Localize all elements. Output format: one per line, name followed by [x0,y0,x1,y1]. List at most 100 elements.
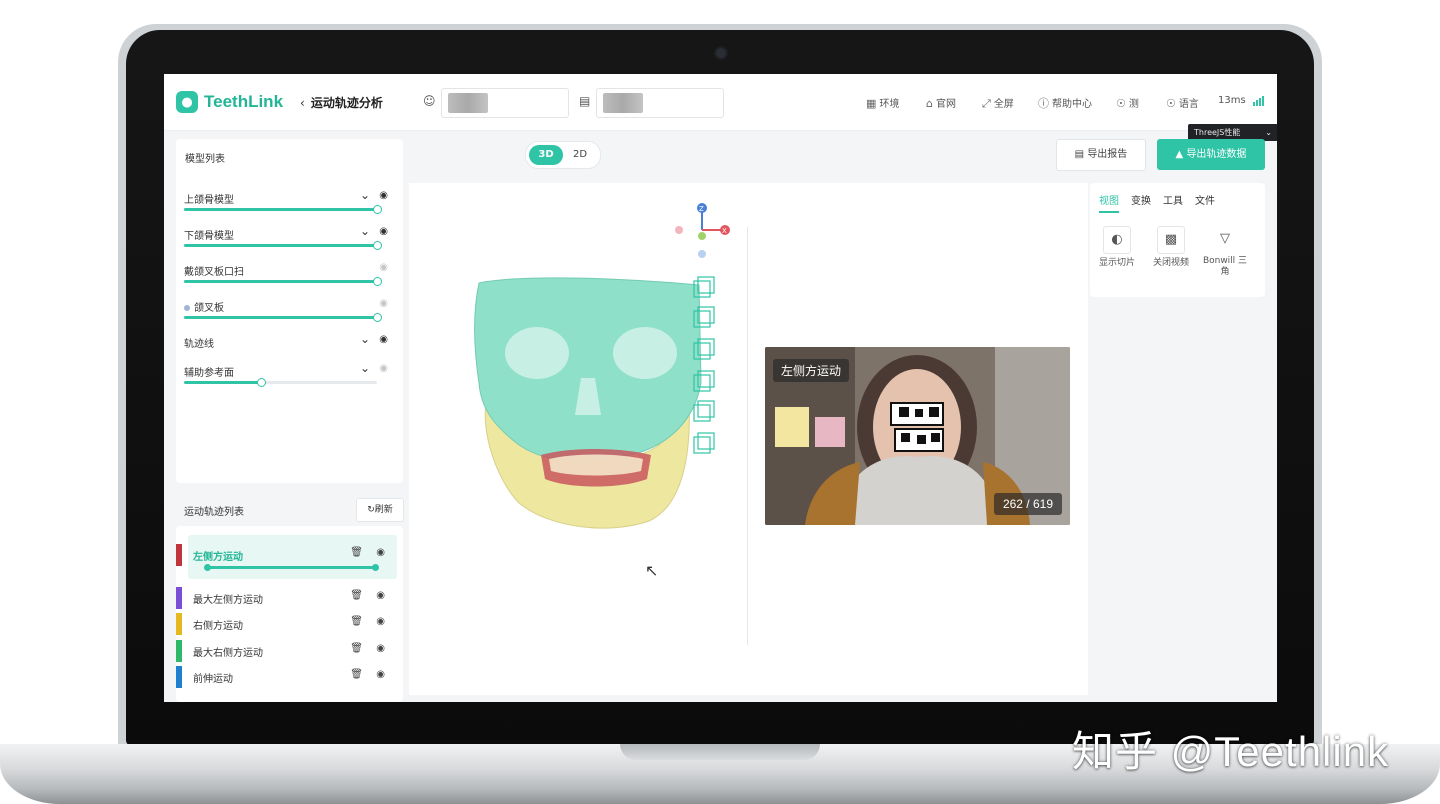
chevron-down-icon[interactable]: ⌄ [360,224,370,238]
latency-indicator: 13ms [1218,95,1264,106]
trash-icon[interactable]: 🗑 [350,590,363,601]
svg-text:Z: Z [699,205,704,213]
patient-name-field[interactable] [441,88,569,118]
monitor-icon: ▦ [866,97,877,110]
trajectory-item[interactable]: 最大左侧方运动 🗑 ◉ [176,587,397,611]
trajectory-color-bar [176,666,182,688]
model-item[interactable]: 辅助参考面 ⌄ ◉ [184,361,396,394]
nav-help[interactable]: ⓘ 帮助中心 [1038,95,1092,111]
slider-handle[interactable] [257,378,267,387]
mouse-cursor-icon: ↖ [645,561,659,580]
trajectory-item[interactable]: 前伸运动 🗑 ◉ [176,666,397,690]
eye-icon[interactable]: ◉ [379,334,388,345]
tab-tools[interactable]: 工具 [1163,196,1183,207]
orbit [505,327,569,379]
laptop-notch [620,744,820,760]
opacity-slider[interactable] [184,378,377,387]
slider-handle[interactable] [373,277,382,286]
opacity-slider[interactable] [184,277,382,286]
trajectory-item[interactable]: 最大右侧方运动 🗑 ◉ [176,640,397,664]
eye-off-icon[interactable]: ◉ [379,298,388,309]
trajectory-item[interactable]: 左侧方运动 🗑 ◉ [176,544,397,568]
slider-handle[interactable] [373,241,382,250]
viewport-divider [747,227,748,645]
view-mode-toggle[interactable]: 3D 2D [525,141,601,169]
tab-view[interactable]: 视图 [1099,196,1119,213]
model-item[interactable]: 颌叉板 ◉ [184,298,396,329]
nav-fullscreen[interactable]: ⤢ 全屏 [982,95,1014,111]
model-item[interactable]: 下颌骨模型 ⌄ ◉ [184,224,396,257]
eye-icon[interactable]: ◉ [379,190,388,201]
page-title: 运动轨迹分析 [310,96,383,110]
nav-site[interactable]: ⌂ 官网 [926,95,956,110]
case-id-field[interactable] [596,88,724,118]
color-dot [184,305,190,311]
logo-text: TeethLink [204,92,284,111]
eye-icon[interactable]: ◉ [379,226,388,237]
eye-icon[interactable]: ◉ [376,590,385,601]
eye-off-icon[interactable]: ◉ [379,363,388,374]
export-report-button[interactable]: ▤ 导出报告 [1056,139,1146,171]
tab-transform[interactable]: 变换 [1131,196,1151,207]
model-list-body: 上颌骨模型 ⌄ ◉ 下颌骨模型 ⌄ ◉ 戴颌叉板口扫 ◉ 颌叉板 ◉ 轨迹线 ⌄… [176,181,403,483]
show-slice-button[interactable]: ◐ 显示切片 [1091,226,1143,269]
slider-handle[interactable] [373,313,382,322]
eye-icon[interactable]: ◉ [376,616,385,627]
view-2d-button[interactable]: 2D [563,145,597,165]
redacted-text [448,93,488,113]
video-label: 左侧方运动 [773,359,850,382]
fullscreen-icon: ⤢ [982,97,991,110]
trajectory-color-bar [176,640,182,662]
user-icon: ☺ [423,94,436,108]
nav-user[interactable]: ☉ 测 [1116,95,1139,110]
video-preview[interactable]: 左侧方运动 262 / 619 [765,347,1070,525]
eye-icon[interactable]: ◉ [376,547,385,558]
view-3d-button[interactable]: 3D [529,145,563,165]
eye-icon[interactable]: ◉ [376,669,385,680]
clipboard-icon: ▤ [579,94,591,108]
opacity-slider[interactable] [184,205,382,214]
trajectory-color-bar [176,613,182,635]
chevron-left-icon: ‹ [300,96,305,110]
trajectory-item[interactable]: 右侧方运动 🗑 ◉ [176,613,397,637]
eye-icon[interactable]: ◉ [376,643,385,654]
signal-icon [1252,95,1264,106]
refresh-icon: ↻ [367,505,375,515]
back-link[interactable]: ‹ 运动轨迹分析 [300,94,383,111]
refresh-button[interactable]: ↻刷新 [356,498,404,522]
trash-icon[interactable]: 🗑 [350,643,363,654]
tab-file[interactable]: 文件 [1195,196,1215,207]
chevron-down-icon[interactable]: ⌄ [360,361,370,375]
axis-gizmo[interactable]: Z X [675,203,730,258]
opacity-slider[interactable] [184,313,382,322]
home-icon: ⌂ [926,97,933,110]
logo[interactable]: ● TeethLink [176,91,283,113]
chevron-down-icon[interactable]: ⌄ [360,332,370,346]
user-circle-icon: ☉ [1116,97,1126,110]
close-video-button[interactable]: ▩ 关闭视频 [1145,226,1197,269]
right-panel-tabs: 视图 变换 工具 文件 [1099,192,1227,213]
trash-icon[interactable]: 🗑 [350,547,363,558]
model-item[interactable]: 上颌骨模型 ⌄ ◉ [184,188,396,221]
trajectory-color-bar [176,544,182,566]
svg-text:X: X [722,227,727,235]
chevron-down-icon: ⌄ [1265,128,1272,137]
bonwill-triangle-button[interactable]: ▽ Bonwill 三角 [1199,226,1251,278]
redacted-text [603,93,643,113]
chevron-down-icon[interactable]: ⌄ [360,188,370,202]
document-icon: ▤ [1074,149,1085,160]
3d-viewport[interactable]: Z X 左侧方运动 262 / 619 [409,183,1088,695]
help-icon: ⓘ [1038,97,1049,110]
export-trajectory-button[interactable]: ▲ 导出轨迹数据 [1157,139,1265,170]
slice-icon: ◐ [1103,226,1131,254]
nav-env[interactable]: ▦ 环境 [866,95,899,110]
nav-language[interactable]: ☉ 语言 [1166,95,1199,110]
trash-icon[interactable]: 🗑 [350,616,363,627]
trash-icon[interactable]: 🗑 [350,669,363,680]
eye-off-icon[interactable]: ◉ [379,262,388,273]
model-list-title: 模型列表 [185,154,225,165]
video-off-icon: ▩ [1157,226,1185,254]
opacity-slider[interactable] [184,241,382,250]
slider-handle[interactable] [373,205,382,214]
model-item[interactable]: 戴颌叉板口扫 ◉ [184,262,396,293]
